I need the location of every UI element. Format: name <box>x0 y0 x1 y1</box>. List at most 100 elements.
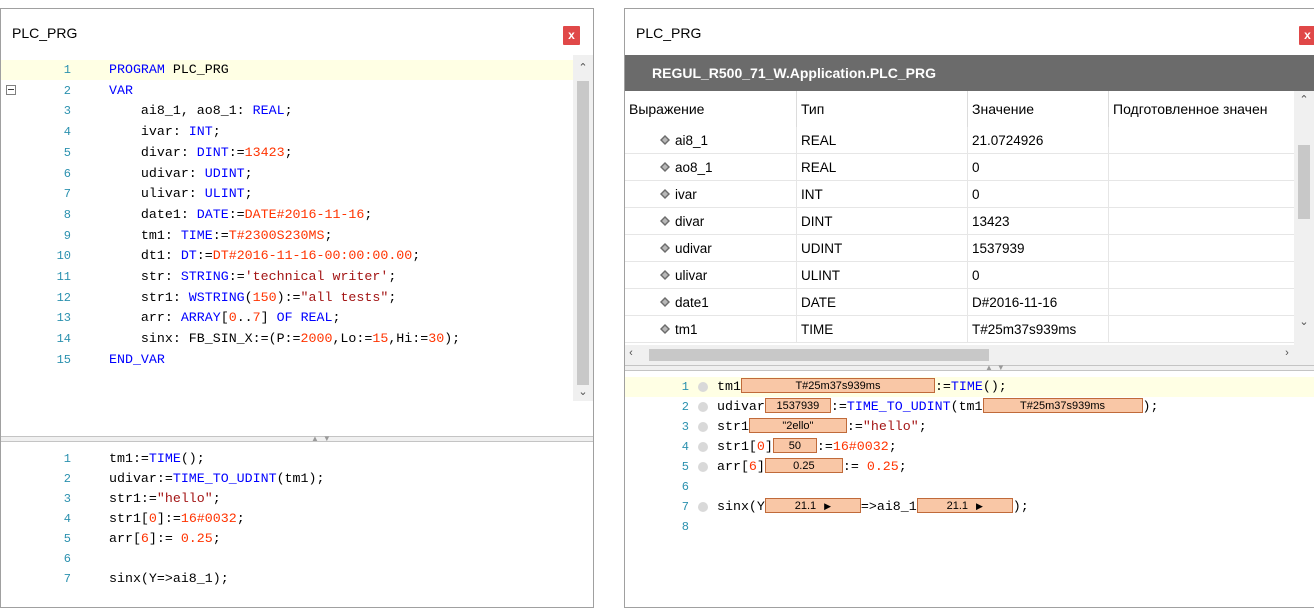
column-header-expression[interactable]: Выражение <box>625 91 797 127</box>
scroll-down-icon[interactable]: ⌄ <box>1294 315 1314 328</box>
code-line[interactable]: 14 sinx: FB_SIN_X:=(P:=2000,Lo:=15,Hi:=3… <box>1 329 575 349</box>
cell-value: 0 <box>968 154 1109 181</box>
online-implementation-pane[interactable]: 1 tm1 T#25m37s939ms:=TIME(); 2 udivar 1537939… <box>625 371 1314 607</box>
code-line[interactable]: 8 date1: DATE:=DATE#2016-11-16; <box>1 205 575 225</box>
cell-expression: ai8_1 <box>625 127 797 154</box>
code-text: arr[6]:= 0.25; <box>109 531 221 546</box>
code-text: divar: DINT:=13423; <box>109 144 293 160</box>
watch-table-scrollbar[interactable]: ⌃ ⌄ <box>1294 91 1314 365</box>
line-number: 15 <box>56 352 71 367</box>
close-editor-button[interactable]: x <box>563 26 580 45</box>
breakpoint-marker-icon[interactable] <box>698 402 708 412</box>
line-number: 6 <box>681 480 689 494</box>
code-line[interactable]: 1 tm1 T#25m37s939ms:=TIME(); <box>625 377 1314 397</box>
code-line[interactable]: 3 str1 "2ello":="hello"; <box>625 417 1314 437</box>
collapse-icon[interactable] <box>6 84 16 95</box>
implementation-pane[interactable]: 1 tm1:=TIME(); 2 udivar:=TIME_TO_UDINT(tm1)… <box>1 443 593 607</box>
code-line[interactable]: 6 <box>625 477 1314 497</box>
code-line[interactable]: 10 dt1: DT:=DT#2016-11-16-00:00:00.00; <box>1 246 575 266</box>
table-row[interactable]: ai8_1 REAL 21.0724926 <box>625 127 1295 154</box>
code-line[interactable]: 7 ulivar: ULINT; <box>1 184 575 204</box>
code-text: str1[0] 50:=16#0032; <box>717 438 897 454</box>
code-line[interactable]: 4 str1[0]:=16#0032; <box>1 509 593 529</box>
scrollbar-thumb[interactable] <box>577 81 589 385</box>
code-line[interactable]: 2 udivar 1537939:=TIME_TO_UDINT(tm1 T#25m37… <box>625 397 1314 417</box>
column-header-value[interactable]: Значение <box>968 91 1109 127</box>
code-text: ai8_1, ao8_1: REAL; <box>109 103 293 119</box>
table-row[interactable]: ulivar ULINT 0 <box>625 262 1295 289</box>
table-row[interactable]: divar DINT 13423 <box>625 208 1295 235</box>
cell-prepared-value[interactable] <box>1109 154 1295 181</box>
code-line[interactable]: 5 divar: DINT:=13423; <box>1 143 575 163</box>
cell-type: REAL <box>797 154 968 181</box>
watch-table-hscrollbar[interactable]: ‹ › <box>625 345 1295 365</box>
cell-prepared-value[interactable] <box>1109 316 1295 343</box>
code-line[interactable]: 4 str1[0] 50:=16#0032; <box>625 437 1314 457</box>
code-line[interactable]: 6 <box>1 549 593 569</box>
cell-type: INT <box>797 181 968 208</box>
cell-prepared-value[interactable] <box>1109 181 1295 208</box>
code-line[interactable]: 9 tm1: TIME:=T#2300S230MS; <box>1 226 575 246</box>
declaration-scrollbar[interactable]: ⌃ ⌄ <box>573 55 593 401</box>
cell-value: 0 <box>968 181 1109 208</box>
breakpoint-marker-icon[interactable] <box>698 462 708 472</box>
hscrollbar-thumb[interactable] <box>649 349 989 361</box>
code-line[interactable]: 11 str: STRING:='technical writer'; <box>1 267 575 287</box>
code-text: udivar: UDINT; <box>109 165 253 181</box>
code-line[interactable]: 7 sinx(Y=>ai8_1); <box>1 569 593 589</box>
table-row[interactable]: udivar UDINT 1537939 <box>625 235 1295 262</box>
breakpoint-marker-icon[interactable] <box>698 502 708 512</box>
variable-icon <box>660 162 670 172</box>
variable-icon <box>660 135 670 145</box>
close-monitor-button[interactable]: x <box>1299 26 1314 45</box>
scroll-up-icon[interactable]: ⌃ <box>573 61 593 74</box>
code-line[interactable]: 7 sinx(Y 21.1 ▶ =>ai8_1 21.1 ▶); <box>625 497 1314 517</box>
line-number: 11 <box>56 270 71 284</box>
code-line[interactable]: 6 udivar: UDINT; <box>1 164 575 184</box>
table-row[interactable]: ao8_1 REAL 0 <box>625 154 1295 181</box>
code-line[interactable]: 5 arr[6]:= 0.25; <box>1 529 593 549</box>
table-row[interactable]: date1 DATE D#2016-11-16 <box>625 289 1295 316</box>
code-line[interactable]: 2 udivar:=TIME_TO_UDINT(tm1); <box>1 469 593 489</box>
code-text: arr: ARRAY[0..7] OF REAL; <box>109 310 341 326</box>
code-line[interactable]: 3 str1:="hello"; <box>1 489 593 509</box>
line-number: 13 <box>56 311 71 326</box>
declaration-pane[interactable]: 1 PROGRAM PLC_PRG 2 VAR 3 ai8_1, ao8_1: REAL… <box>1 55 575 398</box>
code-line[interactable]: 2 VAR <box>1 81 575 101</box>
code-text: date1: DATE:=DATE#2016-11-16; <box>109 206 373 222</box>
scroll-right-icon[interactable]: › <box>1277 347 1297 359</box>
code-line[interactable]: 3 ai8_1, ao8_1: REAL; <box>1 101 575 121</box>
table-row[interactable]: tm1 TIME T#25m37s939ms <box>625 316 1295 343</box>
pane-splitter[interactable]: ▲▼ <box>1 434 593 443</box>
breakpoint-marker-icon[interactable] <box>698 382 708 392</box>
cell-prepared-value[interactable] <box>1109 208 1295 235</box>
scrollbar-thumb[interactable] <box>1298 145 1310 219</box>
cell-prepared-value[interactable] <box>1109 262 1295 289</box>
table-row[interactable]: ivar INT 0 <box>625 181 1295 208</box>
code-text: tm1 T#25m37s939ms:=TIME(); <box>717 378 1007 394</box>
code-line[interactable]: 4 ivar: INT; <box>1 122 575 142</box>
variable-icon <box>660 297 670 307</box>
code-line[interactable]: 1 tm1:=TIME(); <box>1 449 593 469</box>
breakpoint-marker-icon[interactable] <box>698 422 708 432</box>
scroll-down-icon[interactable]: ⌄ <box>573 385 593 398</box>
code-line[interactable]: 15 END_VAR <box>1 350 575 370</box>
breakpoint-marker-icon[interactable] <box>698 442 708 452</box>
code-line[interactable]: 5 arr[6] 0.25:= 0.25; <box>625 457 1314 477</box>
line-number: 3 <box>63 492 71 506</box>
monitor-title: PLC_PRG <box>636 25 702 41</box>
cell-prepared-value[interactable] <box>1109 127 1295 154</box>
line-number: 12 <box>56 290 71 305</box>
column-header-prepared-value[interactable]: Подготовленное значен <box>1109 91 1295 127</box>
column-header-type[interactable]: Тип <box>797 91 968 127</box>
scroll-left-icon[interactable]: ‹ <box>625 347 641 359</box>
code-line[interactable]: 12 str1: WSTRING(150):="all tests"; <box>1 288 575 308</box>
code-line[interactable]: 8 <box>625 517 1314 537</box>
code-line[interactable]: 1 PROGRAM PLC_PRG <box>1 60 575 80</box>
scroll-up-icon[interactable]: ⌃ <box>1294 93 1314 106</box>
cell-prepared-value[interactable] <box>1109 235 1295 262</box>
code-line[interactable]: 13 arr: ARRAY[0..7] OF REAL; <box>1 308 575 328</box>
cell-prepared-value[interactable] <box>1109 289 1295 316</box>
splitter-grip-icon: ▲▼ <box>311 434 335 443</box>
code-text: sinx(Y=>ai8_1); <box>109 571 229 586</box>
